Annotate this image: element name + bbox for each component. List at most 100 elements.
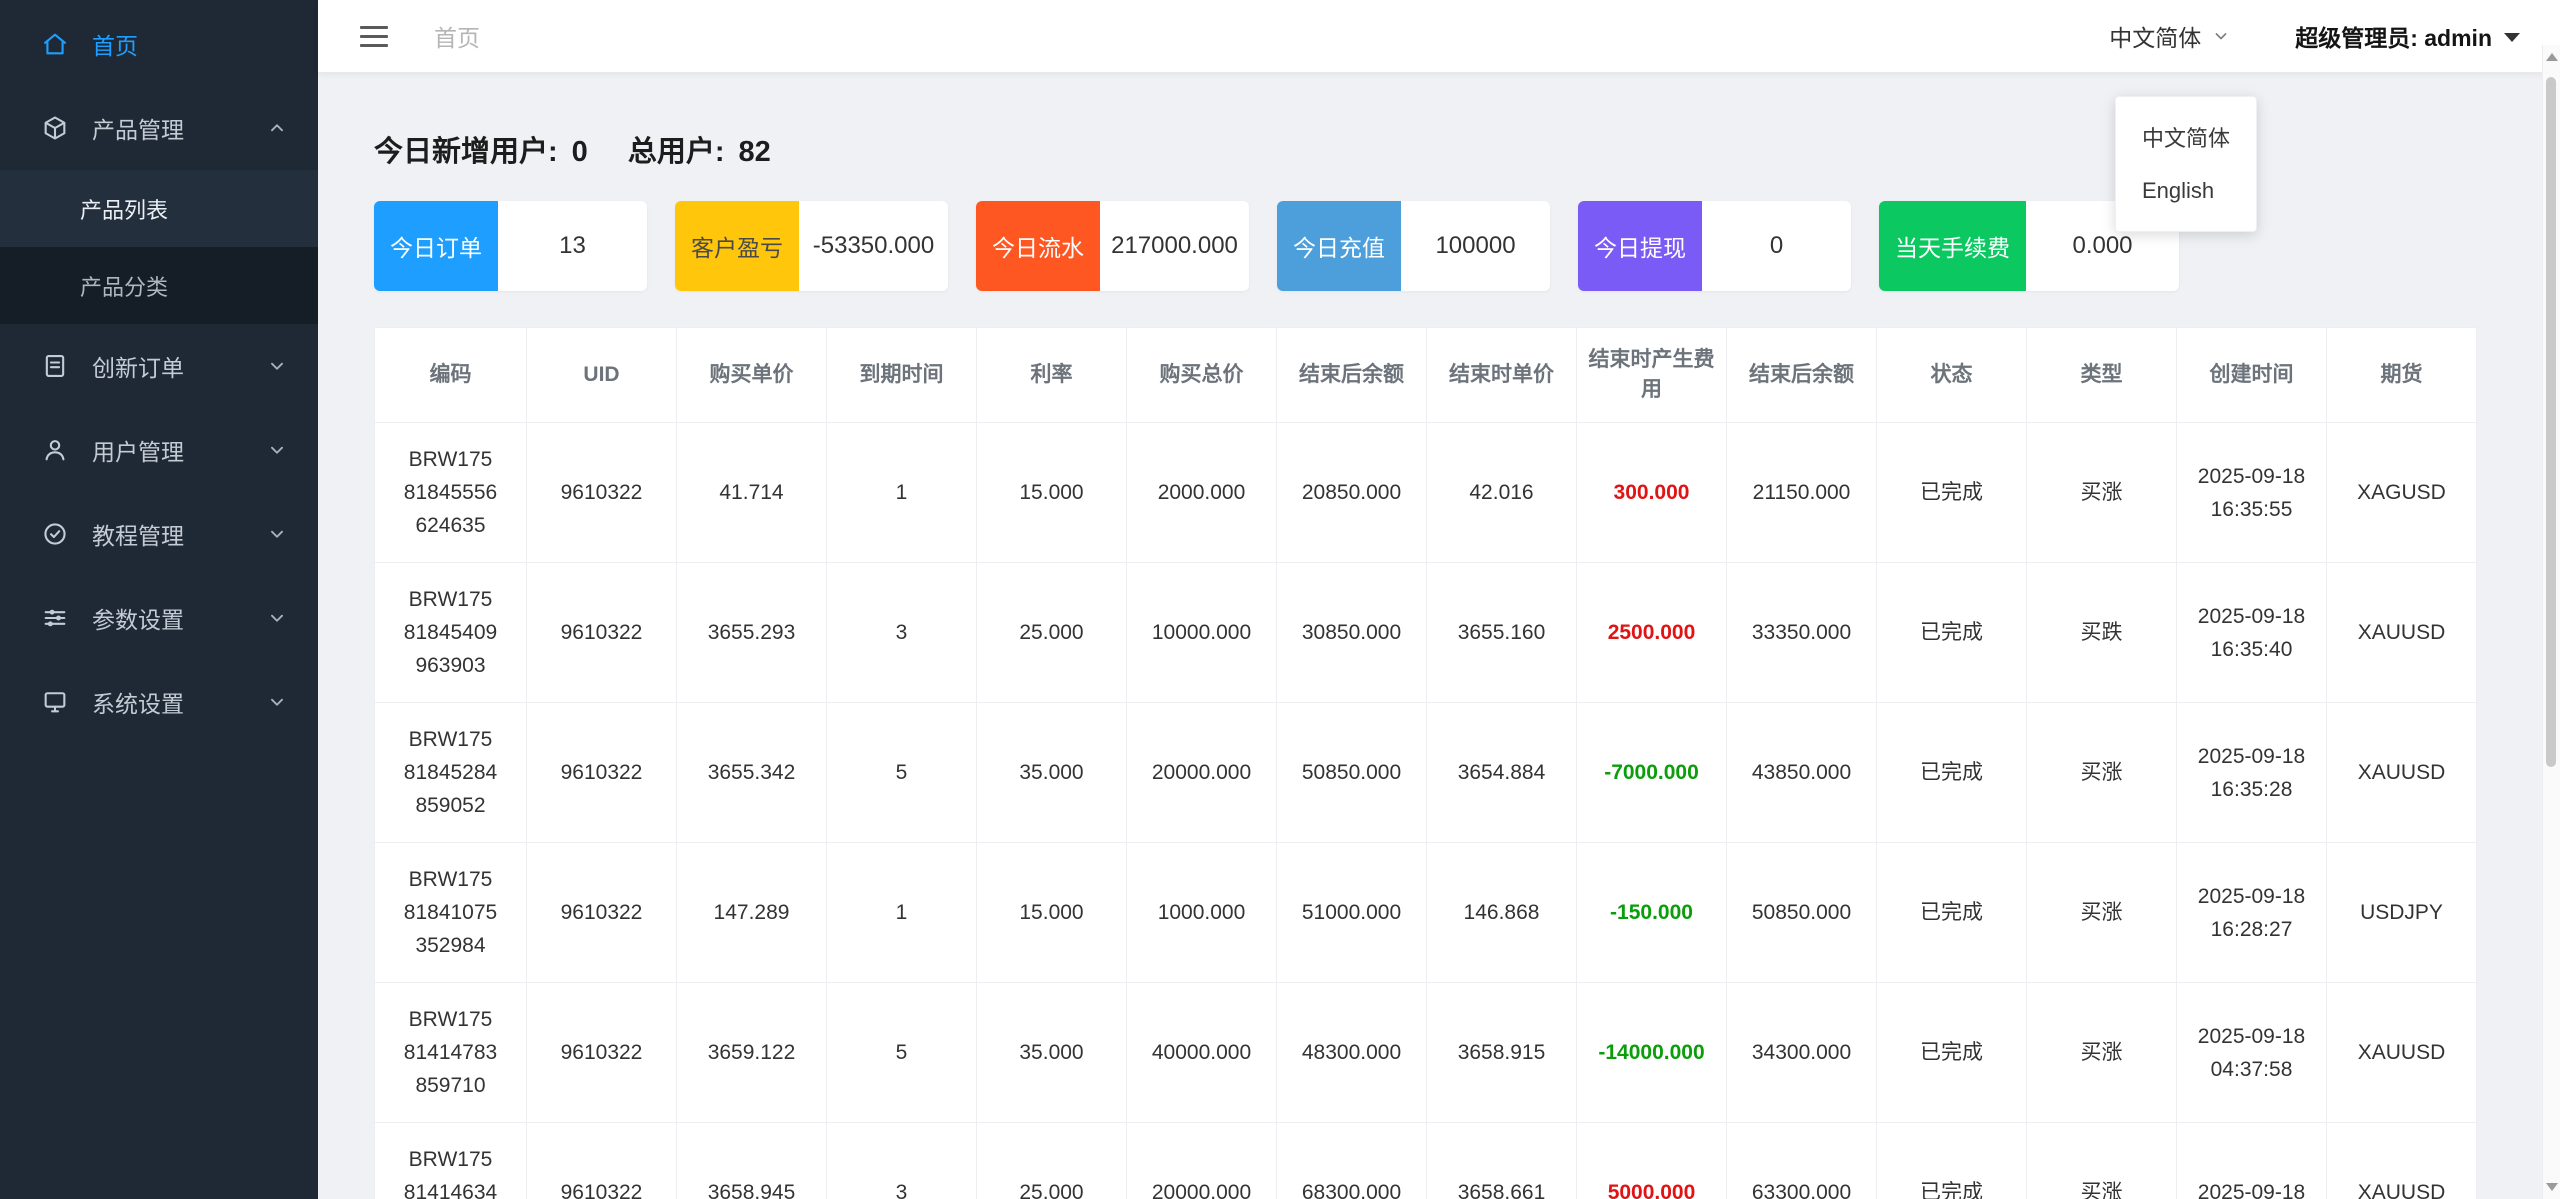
language-option-english[interactable]: English bbox=[2116, 164, 2256, 218]
cell-created_at: 2025-09-18 16:35:28 bbox=[2176, 702, 2327, 843]
stat-card-label: 今日提现 bbox=[1578, 201, 1702, 291]
chevron-down-icon bbox=[2215, 33, 2227, 40]
column-header: 创建时间 bbox=[2176, 327, 2327, 423]
stat-card-value: 217000.000 bbox=[1111, 232, 1238, 259]
cell-end_unit_price: 3654.884 bbox=[1426, 702, 1577, 843]
cell-end_balance_after: 33350.000 bbox=[1726, 562, 1877, 703]
cell-buy_total: 10000.000 bbox=[1126, 562, 1277, 703]
table-body: BRW17581845556624635 9610322 41.714 1 15.000… bbox=[374, 422, 2477, 1199]
sidebar-item-product-category[interactable]: 产品分类 bbox=[0, 247, 318, 324]
stat-card-today-withdrawal: 今日提现 0 bbox=[1578, 201, 1851, 291]
column-header: 类型 bbox=[2026, 327, 2177, 423]
chevron-down-icon bbox=[266, 355, 288, 377]
cell-end_unit_price: 3658.661 bbox=[1426, 1122, 1577, 1199]
cell-buy_total: 40000.000 bbox=[1126, 982, 1277, 1123]
column-header: 状态 bbox=[1876, 327, 2027, 423]
cell-created_at: 2025-09-18 16:35:55 bbox=[2176, 422, 2327, 563]
admin-account-menu[interactable]: 超级管理员: admin bbox=[2295, 19, 2520, 53]
cell-buy_total: 2000.000 bbox=[1126, 422, 1277, 563]
cell-expire_time: 1 bbox=[826, 422, 977, 563]
cell-expire_time: 1 bbox=[826, 842, 977, 983]
cell-expire_time: 5 bbox=[826, 702, 977, 843]
table-header-row: 编码 UID 购买单价 到期时间 利率 购买总价 结束后余额 结束时单价 结束时产生费用 结束后余… bbox=[374, 327, 2477, 423]
cell-status: 已完成 bbox=[1876, 842, 2027, 983]
new-users-label: 今日新增用户: bbox=[374, 136, 558, 168]
cell-end_unit_price: 3655.160 bbox=[1426, 562, 1577, 703]
column-header: 结束后余额 bbox=[1726, 327, 1877, 423]
stat-card-label: 客户盈亏 bbox=[675, 201, 799, 291]
product-icon bbox=[40, 113, 70, 143]
language-selector[interactable]: 中文简体 bbox=[2109, 19, 2231, 53]
total-users-label: 总用户: bbox=[627, 136, 725, 168]
stat-card-label: 今日订单 bbox=[374, 201, 498, 291]
scrollbar-thumb[interactable] bbox=[2546, 77, 2556, 767]
stat-card-label: 今日充值 bbox=[1277, 201, 1401, 291]
sidebar-item-home[interactable]: 首页 bbox=[0, 2, 318, 86]
cell-type: 买跌 bbox=[2026, 562, 2177, 703]
language-option-chinese[interactable]: 中文简体 bbox=[2116, 110, 2256, 164]
cell-uid: 9610322 bbox=[526, 1122, 677, 1199]
chevron-down-icon bbox=[266, 439, 288, 461]
cell-fee: -150.000 bbox=[1576, 842, 1727, 983]
page-content: 今日新增用户: 0 总用户: 82 今日订单 13 客户盈亏 -53350.00… bbox=[318, 73, 2560, 1199]
breadcrumb[interactable]: 首页 bbox=[434, 19, 480, 53]
sidebar-item-system-settings[interactable]: 系统设置 bbox=[0, 660, 318, 744]
cell-uid: 9610322 bbox=[526, 982, 677, 1123]
stat-card-value: -53350.000 bbox=[812, 232, 935, 259]
sidebar-submenu-product: 产品列表 产品分类 bbox=[0, 170, 318, 324]
stat-card-today-orders: 今日订单 13 bbox=[374, 201, 647, 291]
cell-rate: 35.000 bbox=[976, 982, 1127, 1123]
chevron-up-icon bbox=[266, 117, 288, 139]
cell-fee: 5000.000 bbox=[1576, 1122, 1727, 1199]
cell-type: 买涨 bbox=[2026, 702, 2177, 843]
cell-uid: 9610322 bbox=[526, 702, 677, 843]
sidebar-item-product-list[interactable]: 产品列表 bbox=[0, 170, 318, 247]
orders-icon bbox=[40, 351, 70, 381]
sidebar-item-tutorial-management[interactable]: 教程管理 bbox=[0, 492, 318, 576]
cell-expire_time: 3 bbox=[826, 562, 977, 703]
header-right: 中文简体 超级管理员: admin bbox=[2109, 19, 2520, 53]
sidebar-item-product-management[interactable]: 产品管理 bbox=[0, 86, 318, 170]
cell-code: BRW17581845556624635 bbox=[374, 422, 527, 563]
sidebar-item-label: 首页 bbox=[92, 33, 138, 59]
cell-type: 买涨 bbox=[2026, 422, 2177, 563]
cell-futures: XAUUSD bbox=[2326, 1122, 2477, 1199]
cell-end_balance_before: 48300.000 bbox=[1276, 982, 1427, 1123]
sidebar-item-label: 参数设置 bbox=[92, 607, 184, 633]
sidebar-subitem-label: 产品列表 bbox=[80, 197, 169, 223]
stat-card-label: 今日流水 bbox=[976, 201, 1100, 291]
cell-buy_total: 20000.000 bbox=[1126, 702, 1277, 843]
cell-end_balance_before: 68300.000 bbox=[1276, 1122, 1427, 1199]
params-icon bbox=[40, 603, 70, 633]
admin-label: 超级管理员: admin bbox=[2295, 25, 2492, 51]
cell-end_balance_after: 21150.000 bbox=[1726, 422, 1877, 563]
cell-end_unit_price: 42.016 bbox=[1426, 422, 1577, 563]
cell-end_unit_price: 146.868 bbox=[1426, 842, 1577, 983]
cell-end_unit_price: 3658.915 bbox=[1426, 982, 1577, 1123]
vertical-scrollbar[interactable] bbox=[2542, 45, 2560, 1199]
column-header: 购买单价 bbox=[676, 327, 827, 423]
chevron-down-icon bbox=[266, 607, 288, 629]
cell-created_at: 2025-09-18 04:37:58 bbox=[2176, 982, 2327, 1123]
sidebar-item-label: 用户管理 bbox=[92, 439, 184, 465]
stat-card-today-deposit: 今日充值 100000 bbox=[1277, 201, 1550, 291]
cell-uid: 9610322 bbox=[526, 562, 677, 703]
menu-toggle-icon[interactable] bbox=[358, 20, 390, 53]
cell-code: BRW17581845409963903 bbox=[374, 562, 527, 703]
stat-card-value: 100000 bbox=[1435, 232, 1516, 259]
sidebar-item-user-management[interactable]: 用户管理 bbox=[0, 408, 318, 492]
column-header: 结束时产生费用 bbox=[1576, 327, 1727, 423]
scroll-up-arrow-icon[interactable] bbox=[2546, 53, 2558, 61]
cell-fee: 2500.000 bbox=[1576, 562, 1727, 703]
column-header: 结束后余额 bbox=[1276, 327, 1427, 423]
cell-status: 已完成 bbox=[1876, 982, 2027, 1123]
sidebar-item-parameter-settings[interactable]: 参数设置 bbox=[0, 576, 318, 660]
cell-end_balance_after: 63300.000 bbox=[1726, 1122, 1877, 1199]
scroll-down-arrow-icon[interactable] bbox=[2546, 1183, 2558, 1191]
caret-down-icon bbox=[2504, 33, 2520, 42]
cell-type: 买涨 bbox=[2026, 1122, 2177, 1199]
table-row: BRW175814146344714296103223658.945325.00… bbox=[374, 1122, 2477, 1199]
sidebar-item-innovation-orders[interactable]: 创新订单 bbox=[0, 324, 318, 408]
column-header: 购买总价 bbox=[1126, 327, 1277, 423]
column-header: 到期时间 bbox=[826, 327, 977, 423]
